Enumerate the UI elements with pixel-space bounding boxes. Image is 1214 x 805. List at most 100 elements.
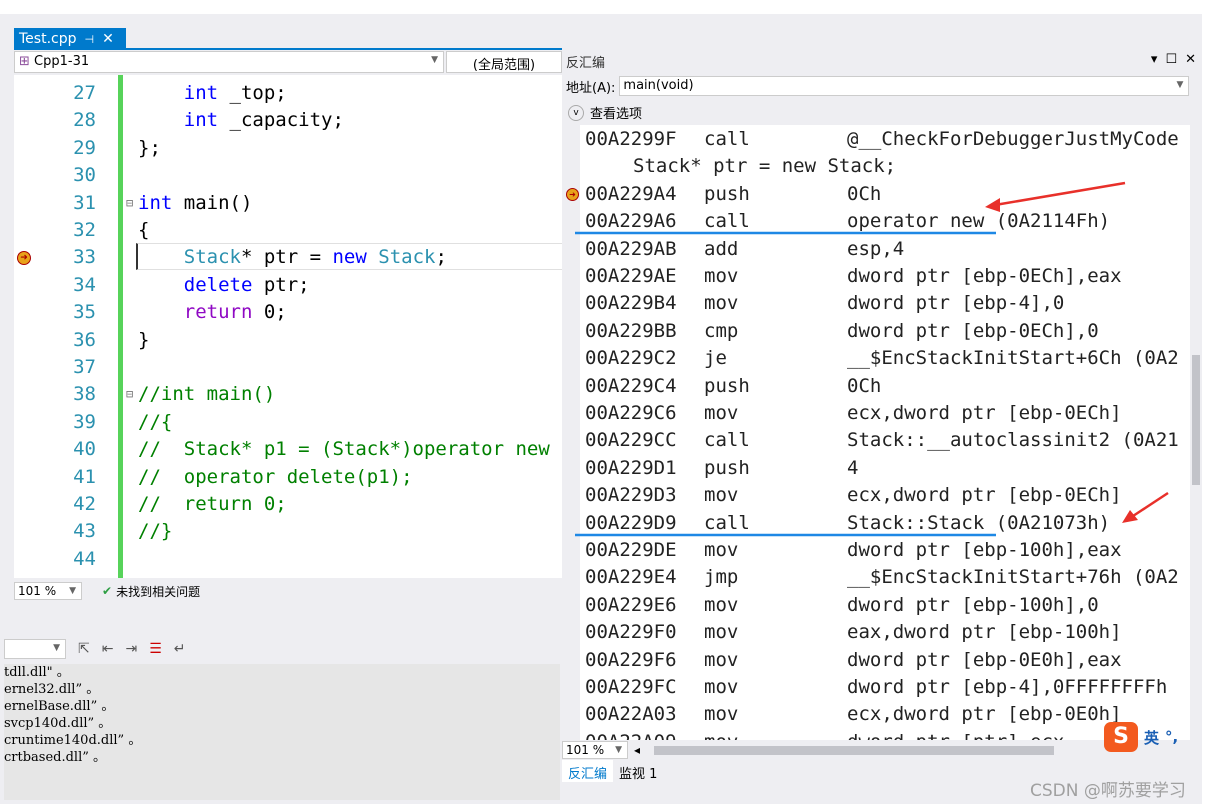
maximize-icon[interactable]: ☐	[1165, 52, 1177, 67]
zoom-combo[interactable]: 101 % ▼	[14, 582, 82, 600]
code-line[interactable]: 30	[14, 162, 562, 189]
source-text: Stack* ptr = new Stack;	[633, 155, 897, 178]
code-token: Stack	[378, 246, 436, 269]
zoom-combo[interactable]: 101 % ▼	[562, 741, 628, 759]
collapse-icon[interactable]: ⊟	[126, 190, 133, 217]
horizontal-scrollbar[interactable]	[654, 745, 1055, 755]
code-token: return	[183, 301, 253, 324]
project-combo[interactable]: ⊞ Cpp1-31 ▼	[14, 51, 444, 73]
opcode: push	[704, 374, 750, 397]
code-line[interactable]: 43 //}	[14, 518, 562, 545]
clear-all-icon[interactable]: ☰	[149, 641, 162, 657]
code-text: int _top;	[138, 80, 287, 107]
code-line[interactable]: 33 Stack* ptr = new Stack;	[14, 244, 562, 271]
next-message-icon[interactable]: ⇥	[125, 641, 137, 657]
scope-combo[interactable]: (全局范围)	[446, 51, 562, 73]
line-number: 30	[73, 164, 96, 187]
operand: dword ptr [ebp-100h],0	[847, 593, 1099, 616]
tab-watch-1[interactable]: 监视 1	[613, 760, 663, 782]
pin-icon[interactable]: ⊣	[85, 33, 95, 46]
collapse-icon[interactable]: ⊟	[126, 381, 133, 408]
output-source-combo[interactable]: ▼	[4, 639, 66, 659]
address: 00A229AB	[585, 237, 677, 260]
code-line[interactable]: 27 int _top;	[14, 80, 562, 107]
close-tab-icon[interactable]: ✕	[102, 31, 114, 47]
address: 00A229D9	[585, 511, 677, 534]
address: 00A229B4	[585, 292, 677, 315]
operand: @__CheckForDebuggerJustMyCode	[847, 128, 1179, 150]
code-text: int main()	[138, 190, 252, 217]
code-line[interactable]: 42 // return 0;	[14, 491, 562, 518]
code-line[interactable]: 28 int _capacity;	[14, 107, 562, 134]
check-icon: ✔	[102, 584, 113, 598]
address: 00A229A6	[585, 210, 677, 233]
code-line[interactable]: 44	[14, 546, 562, 573]
code-token: int	[138, 191, 173, 214]
view-options-toggle[interactable]: v 查看选项	[568, 103, 642, 122]
scroll-thumb[interactable]	[1192, 355, 1200, 485]
code-text: // Stack* p1 = (Stack*)operator new	[138, 436, 550, 463]
scroll-left-icon[interactable]: ◂	[634, 743, 640, 757]
code-text: // operator delete(p1);	[138, 464, 413, 491]
line-number: 27	[73, 82, 96, 104]
opcode: call	[704, 210, 750, 233]
operand: ecx,dword ptr [ebp-0E0h]	[847, 703, 1122, 726]
code-line[interactable]: 35 return 0;	[14, 299, 562, 326]
code-text: {	[138, 217, 149, 244]
prev-message-icon[interactable]: ⇤	[102, 641, 114, 657]
close-icon[interactable]: ✕	[1185, 52, 1196, 67]
code-line[interactable]: 37	[14, 354, 562, 381]
code-line[interactable]: 41 // operator delete(p1);	[14, 464, 562, 491]
code-line[interactable]: 34 delete ptr;	[14, 272, 562, 299]
address: 00A229FC	[585, 676, 677, 698]
opcode: jmp	[704, 566, 739, 589]
operand: Stack::__autoclassinit2 (0A21	[847, 429, 1179, 452]
operand: dword ptr [ebp-0ECh],eax	[847, 265, 1122, 287]
project-name: Cpp1-31	[34, 54, 90, 69]
code-line[interactable]: 31 ⊟ int main()	[14, 190, 562, 217]
disassembly-code[interactable]: 00A2299F call @__CheckForDebuggerJustMyCod…	[580, 125, 1190, 740]
code-token: // Stack* p1 = (Stack*)operator new	[138, 438, 550, 461]
chevron-down-icon: ▼	[431, 55, 438, 65]
panel-title: 反汇编	[566, 56, 606, 71]
opcode: mov	[704, 484, 739, 507]
tab-disassembly[interactable]: 反汇编	[562, 760, 614, 782]
code-line[interactable]: 32 {	[14, 217, 562, 244]
address: 00A229F6	[585, 648, 677, 671]
line-number: 32	[73, 219, 96, 241]
code-text: }	[138, 327, 149, 354]
opcode: je	[704, 347, 727, 370]
output-line: ernelBase.dll” 。	[4, 699, 115, 714]
code-token: //}	[138, 520, 173, 543]
address-input[interactable]: main(void) ▼	[619, 76, 1190, 96]
dropdown-icon[interactable]: ▾	[1151, 52, 1158, 67]
ime-indicator[interactable]: S 英 °,	[1104, 722, 1178, 752]
code-line[interactable]: 39 //{	[14, 409, 562, 436]
vertical-scrollbar[interactable]	[1190, 125, 1202, 740]
code-line[interactable]: 29};	[14, 135, 562, 162]
operand: __$EncStackInitStart+6Ch (0A2	[847, 347, 1179, 370]
address: 00A229A4	[585, 182, 677, 205]
goto-icon[interactable]: ⇱	[78, 641, 90, 657]
editor-status-bar: 101 % ▼ ✔ 未找到相关问题	[14, 580, 562, 602]
code-line[interactable]: 38 ⊟//int main()	[14, 381, 562, 408]
code-editor[interactable]: 27 int _top; 28 int _capacity; 29}; 30 31 ⊟ in…	[14, 75, 562, 578]
operand: dword ptr [ebp-100h],eax	[847, 539, 1122, 561]
address: 00A229C2	[585, 347, 677, 370]
opcode: call	[704, 511, 750, 534]
address: 00A229CC	[585, 429, 677, 452]
instruction-pointer-icon: ➜	[566, 187, 579, 201]
word-wrap-icon[interactable]: ↵	[174, 641, 186, 657]
address: 00A2299F	[585, 128, 677, 150]
code-line[interactable]: 40 // Stack* p1 = (Stack*)operator new	[14, 436, 562, 463]
code-line[interactable]: 36}	[14, 327, 562, 354]
address: 00A229D3	[585, 484, 677, 507]
line-number: 35	[73, 301, 96, 324]
code-token: main()	[172, 191, 253, 214]
file-tab[interactable]: Test.cpp ⊣ ✕	[14, 28, 126, 50]
address: 00A229F0	[585, 621, 677, 644]
operand: dword ptr [ebp-4],0FFFFFFFFh	[847, 676, 1168, 698]
address: 00A229D1	[585, 456, 677, 479]
